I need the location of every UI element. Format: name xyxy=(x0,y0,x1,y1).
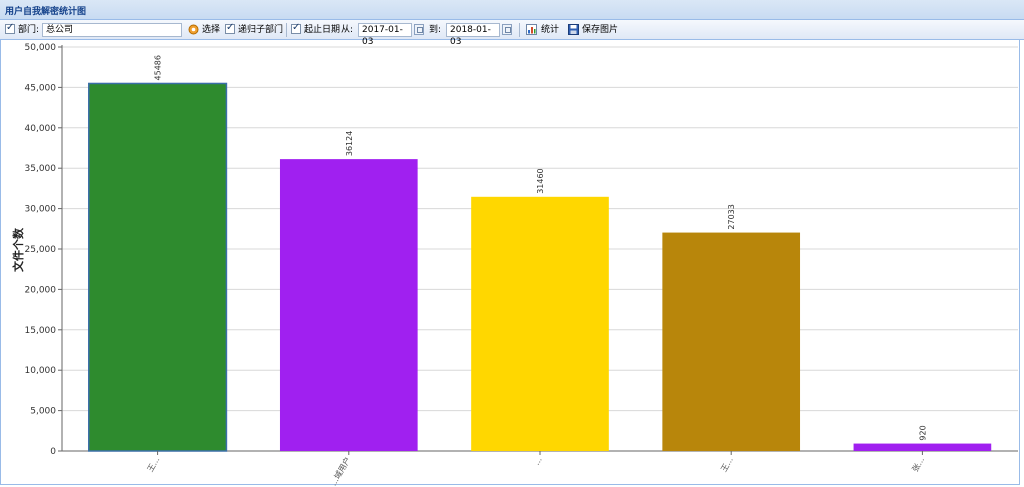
y-tick-label: 50,000 xyxy=(25,43,57,53)
select-icon[interactable] xyxy=(188,24,199,35)
bar-value-label: 31460 xyxy=(536,168,545,193)
stats-button[interactable]: 统计 xyxy=(541,23,559,37)
bar-chart: 0 5,000 10,000 15,000 20,000 25,000 30,000 35,0… xyxy=(11,43,1018,487)
y-tick-label: 10,000 xyxy=(25,366,57,376)
toolbar-separator xyxy=(519,23,520,37)
to-label: 到: xyxy=(429,25,442,35)
y-tick-label: 45,000 xyxy=(25,83,57,93)
toolbar-separator xyxy=(286,23,287,37)
from-date-field[interactable]: 2017-01-03 xyxy=(358,23,412,47)
from-calendar-icon[interactable] xyxy=(414,24,424,35)
x-tick-label: 王... xyxy=(719,456,735,474)
bar xyxy=(471,196,609,451)
date-range-label: 起止日期 xyxy=(304,25,341,35)
y-tick-label: 0 xyxy=(50,447,56,457)
select-button[interactable]: 选择 xyxy=(202,23,220,37)
bar-value-label: 36124 xyxy=(345,131,354,156)
dept-field[interactable]: 总公司 xyxy=(42,23,182,37)
y-tick-label: 5,000 xyxy=(30,407,56,417)
date-range-checkbox[interactable] xyxy=(291,22,301,34)
x-tick-labels: 王... ...域用户... 王... 张... xyxy=(146,451,926,487)
bars xyxy=(88,82,992,452)
recursive-checkbox[interactable] xyxy=(225,22,235,34)
y-tick-label: 30,000 xyxy=(25,205,57,215)
window-titlebar: 用户自我解密统计图 xyxy=(0,0,1024,20)
chart-icon[interactable] xyxy=(526,24,537,35)
bar xyxy=(662,232,801,451)
from-label: 从: xyxy=(341,25,354,35)
bar xyxy=(88,82,228,452)
y-tick-label: 20,000 xyxy=(25,285,57,295)
bar xyxy=(853,443,992,451)
bar-value-label: 45486 xyxy=(154,55,163,80)
x-tick-label: ... xyxy=(532,456,544,467)
bar-value-label: 920 xyxy=(918,425,927,440)
bar xyxy=(279,159,418,451)
save-icon[interactable] xyxy=(568,24,579,35)
y-tick-label: 40,000 xyxy=(25,124,57,134)
x-tick-label: 张... xyxy=(911,456,927,474)
y-axis-label: 文件个数 xyxy=(11,227,25,272)
x-tick-label: 王... xyxy=(146,456,162,474)
bar-value-label: 27033 xyxy=(727,204,736,229)
y-tick-label: 35,000 xyxy=(25,164,57,174)
y-tick-labels: 0 5,000 10,000 15,000 20,000 25,000 30,000 35,0… xyxy=(25,43,62,457)
x-tick-label: ...域用户 xyxy=(328,455,352,487)
to-calendar-icon[interactable] xyxy=(502,24,512,35)
toolbar: 部门: 总公司 选择 递归子部门 起止日期 从: 2017-01-03 到: 2… xyxy=(0,20,1024,47)
save-image-button[interactable]: 保存图片 xyxy=(582,23,618,37)
to-date-field[interactable]: 2018-01-03 xyxy=(446,23,500,47)
y-tick-label: 25,000 xyxy=(25,245,57,255)
recursive-label: 递归子部门 xyxy=(238,25,284,35)
dept-checkbox[interactable] xyxy=(5,22,15,34)
dept-label: 部门: xyxy=(18,25,40,35)
y-tick-label: 15,000 xyxy=(25,326,57,336)
window-title: 用户自我解密统计图 xyxy=(5,7,87,17)
